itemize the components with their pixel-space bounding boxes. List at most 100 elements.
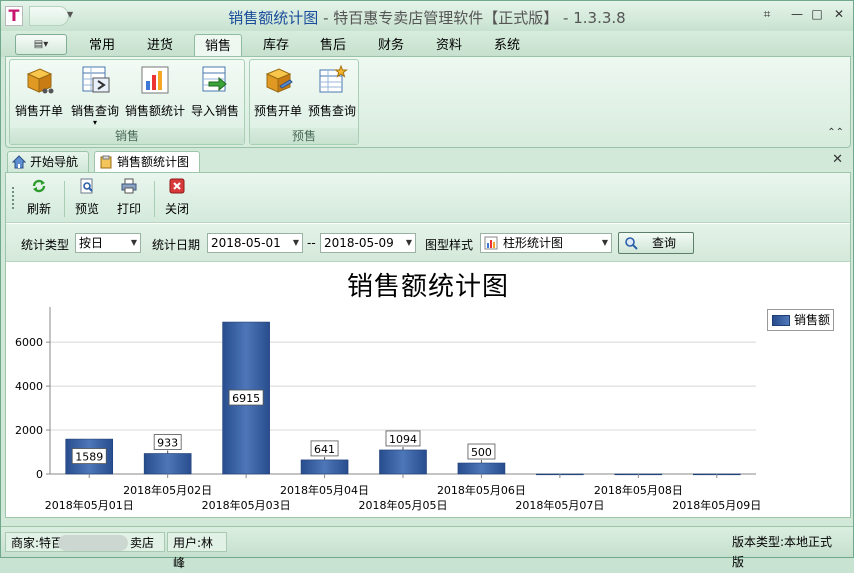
ribbon-group-presale: 预售开单 预售查询 预售 [249,59,359,145]
import-sales-button[interactable]: 导入销售 [188,64,242,119]
y-tick-label: 0 [36,468,43,481]
table-query-icon [82,66,110,93]
home-icon [12,155,26,169]
status-user: 用户:林峰 [167,532,227,570]
close-document-icon[interactable]: ✕ [832,152,843,167]
data-label: 1589 [75,451,103,464]
tab-sales[interactable]: 销售 [194,34,242,57]
import-table-icon [202,66,227,92]
tab-sales-chart[interactable]: 销售额统计图 [94,151,200,174]
y-tick-label: 2000 [15,424,43,437]
minimize-button[interactable]: — [787,7,807,23]
chevron-down-icon: ▼ [130,238,137,247]
sales-stats-label: 销售额统计 [124,104,185,118]
preview-icon [80,178,93,194]
x-tick-label: 2018年05月08日 [594,483,683,497]
date-from-picker[interactable]: 2018-05-01 ▼ [207,233,303,253]
chart-legend: 销售额 [767,309,834,331]
query-button-label: 查询 [651,236,676,250]
close-button[interactable]: 关闭 [162,178,192,217]
menu-bar: ▤▾ 常用 进货 销售 库存 售后 财务 资料 系统 [1,31,853,57]
new-sales-order-button[interactable]: 销售开单 [12,64,66,119]
filter-bar: 统计类型 按日 ▼ 统计日期 2018-05-01 ▼ -- 2018-05-09 ▼… [6,224,850,262]
presale-box-icon [265,68,293,93]
sales-query-button[interactable]: 销售查询 ▾ [68,64,122,127]
new-presale-button[interactable]: 预售开单 [252,64,304,119]
status-version: 版本类型:本地正式版 [732,535,833,569]
app-menu-button[interactable]: ▤▾ [15,34,67,55]
redacted-area [58,535,128,551]
data-label: 6915 [232,392,260,405]
data-label: 933 [157,436,178,449]
data-label: 500 [471,446,492,459]
chart-style-label: 图型样式 [425,238,474,252]
status-merchant-prefix: 商家:特百 [11,536,64,550]
date-to-value: 2018-05-09 [324,236,394,250]
chevron-down-icon: ▼ [292,238,299,247]
tab-after-sales[interactable]: 售后 [310,34,356,57]
sales-stats-button[interactable]: 销售额统计 [124,64,186,119]
tab-system[interactable]: 系统 [484,34,530,57]
clipboard-icon [100,155,112,169]
query-button[interactable]: 查询 [618,232,694,254]
data-label: 641 [314,443,335,456]
legend-label: 销售额 [794,313,831,327]
maximize-button[interactable]: □ [807,7,827,23]
bar [379,449,427,475]
close-window-button[interactable]: ✕ [829,7,849,23]
cart-box-icon [26,68,54,94]
tab-purchase[interactable]: 进货 [137,34,183,57]
print-button[interactable]: 打印 [114,178,144,217]
chevron-down-icon: ▼ [405,238,412,247]
chevron-down-icon: ▼ [601,238,608,247]
presale-query-label: 预售查询 [307,104,356,118]
bar-chart-icon [141,66,169,94]
app-window: T ▼ 销售额统计图 - 特百惠专卖店管理软件【正式版】 - 1.3.3.8 ⌗… [0,0,854,570]
new-presale-label: 预售开单 [253,104,302,118]
chart-style-select[interactable]: 柱形统计图 ▼ [480,233,612,253]
preview-label: 预览 [74,202,99,216]
chart-area: 销售额统计图 0 2000 4000 6000 1589 2018年05月01日 933 20… [6,263,850,517]
x-tick-label: 2018年05月09日 [672,498,761,512]
bar [457,462,506,475]
stat-type-label: 统计类型 [21,238,70,252]
x-tick-label: 2018年05月01日 [45,498,134,512]
y-tick-label: 6000 [15,336,43,349]
tab-inventory[interactable]: 库存 [253,34,299,57]
preview-button[interactable]: 预览 [72,178,102,217]
bar-chart: 0 2000 4000 6000 1589 2018年05月01日 933 2018年05月0… [15,307,761,512]
import-sales-label: 导入销售 [190,104,239,118]
x-tick-label: 2018年05月07日 [515,498,604,512]
ribbon-group-sales-label: 销售 [10,128,244,144]
x-tick-label: 2018年05月02日 [123,483,212,497]
print-label: 打印 [116,202,141,216]
collapse-ribbon-icon[interactable]: ⌃⌃ [827,127,844,138]
toolbar-separator [154,181,155,217]
document-tabs: 开始导航 销售额统计图 ✕ [1,149,853,174]
x-tick-label: 2018年05月03日 [202,498,291,512]
toolbar-separator [64,181,65,217]
ribbon-group-presale-label: 预售 [250,128,358,144]
tab-data[interactable]: 资料 [426,34,472,57]
tab-finance[interactable]: 财务 [368,34,414,57]
date-separator: -- [307,236,316,250]
status-merchant: 商家:特百 卖店 [5,532,165,552]
toolbar-grip[interactable] [12,187,14,209]
tab-start-nav[interactable]: 开始导航 [7,151,89,173]
sales-query-dropdown-icon[interactable]: ▾ [68,119,122,127]
title-bar: T ▼ 销售额统计图 - 特百惠专卖店管理软件【正式版】 - 1.3.3.8 ⌗… [1,1,853,31]
date-to-picker[interactable]: 2018-05-09 ▼ [320,233,416,253]
tab-common[interactable]: 常用 [79,34,125,57]
date-from-value: 2018-05-01 [211,236,281,250]
bar [143,453,192,475]
stat-date-label: 统计日期 [152,238,201,252]
window-title: 销售额统计图 - 特百惠专卖店管理软件【正式版】 - 1.3.3.8 [228,9,626,27]
restore-ribbon-button[interactable]: ⌗ [757,7,777,23]
refresh-button[interactable]: 刷新 [24,178,54,217]
bar [300,459,349,475]
close-label: 关闭 [164,202,189,216]
presale-query-button[interactable]: 预售查询 [306,64,358,119]
stat-type-select[interactable]: 按日 ▼ [75,233,141,253]
presale-query-icon [319,64,348,93]
printer-icon [121,178,137,194]
